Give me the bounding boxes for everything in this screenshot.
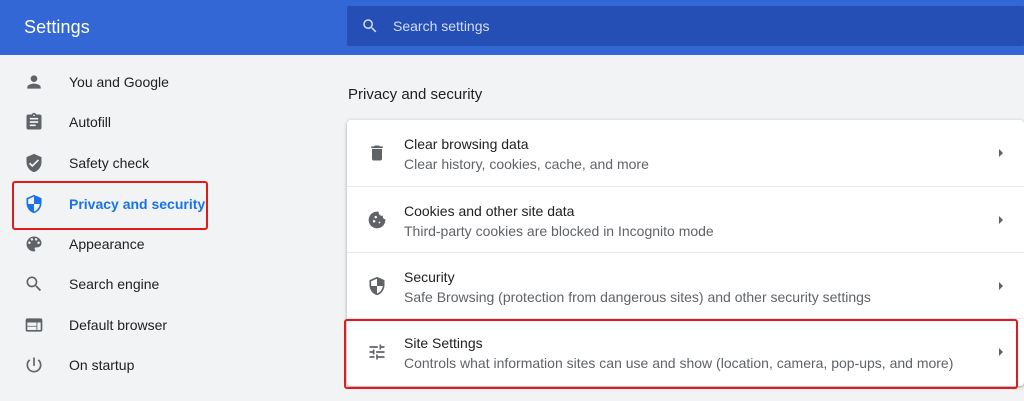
row-subtitle: Controls what information sites can use … <box>404 355 954 371</box>
row-title: Security <box>404 269 455 285</box>
row-title: Site Settings <box>404 335 483 351</box>
header-bar: Settings <box>0 0 1024 55</box>
cookie-icon <box>367 210 387 230</box>
chevron-right-icon <box>997 146 1005 158</box>
row-subtitle: Third-party cookies are blocked in Incog… <box>404 223 714 239</box>
sidebar-item-label: Appearance <box>69 236 145 252</box>
section-title: Privacy and security <box>348 86 483 103</box>
search-box[interactable] <box>347 6 1024 46</box>
sidebar-item-label: Privacy and security <box>69 196 206 212</box>
sidebar-item-safety-check[interactable]: Safety check <box>0 143 240 183</box>
chevron-right-icon <box>997 213 1005 225</box>
person-icon <box>24 72 44 92</box>
trash-icon <box>367 143 387 163</box>
sidebar-item-label: Autofill <box>69 114 112 130</box>
shield-icon <box>24 194 44 214</box>
browser-icon <box>24 315 44 335</box>
security-row[interactable]: Security Safe Browsing (protection from … <box>347 252 1024 318</box>
power-icon <box>24 355 44 375</box>
sidebar-item-label: Search engine <box>69 276 160 292</box>
search-icon <box>24 274 44 294</box>
search-input[interactable] <box>393 6 993 46</box>
sidebar-item-you-and-google[interactable]: You and Google <box>0 62 240 102</box>
clear-browsing-data-row[interactable]: Clear browsing data Clear history, cooki… <box>347 120 1024 186</box>
palette-icon <box>24 234 44 254</box>
sidebar-item-search-engine[interactable]: Search engine <box>0 264 240 304</box>
row-subtitle: Clear history, cookies, cache, and more <box>404 156 649 172</box>
settings-card: Clear browsing data Clear history, cooki… <box>347 120 1024 386</box>
row-title: Cookies and other site data <box>404 203 575 219</box>
shield-icon <box>367 276 387 296</box>
sliders-icon <box>367 342 387 362</box>
chevron-right-icon <box>997 279 1005 291</box>
sidebar-item-privacy-and-security[interactable]: Privacy and security <box>0 184 240 224</box>
sidebar-item-label: Default browser <box>69 317 168 333</box>
cookies-row[interactable]: Cookies and other site data Third-party … <box>347 186 1024 252</box>
row-subtitle: Safe Browsing (protection from dangerous… <box>404 289 871 305</box>
page-title: Settings <box>24 17 90 37</box>
sidebar-item-on-startup[interactable]: On startup <box>0 345 240 385</box>
sidebar-item-label: You and Google <box>69 74 169 90</box>
sidebar-item-label: Safety check <box>69 155 150 171</box>
search-icon[interactable] <box>361 17 379 35</box>
sidebar-item-autofill[interactable]: Autofill <box>0 102 240 142</box>
shield-check-icon <box>24 153 44 173</box>
row-title: Clear browsing data <box>404 136 529 152</box>
chevron-right-icon <box>997 345 1005 357</box>
sidebar-item-label: On startup <box>69 357 135 373</box>
site-settings-row[interactable]: Site Settings Controls what information … <box>347 318 1024 384</box>
sidebar-item-appearance[interactable]: Appearance <box>0 224 240 264</box>
clipboard-icon <box>24 112 44 132</box>
sidebar-item-default-browser[interactable]: Default browser <box>0 305 240 345</box>
